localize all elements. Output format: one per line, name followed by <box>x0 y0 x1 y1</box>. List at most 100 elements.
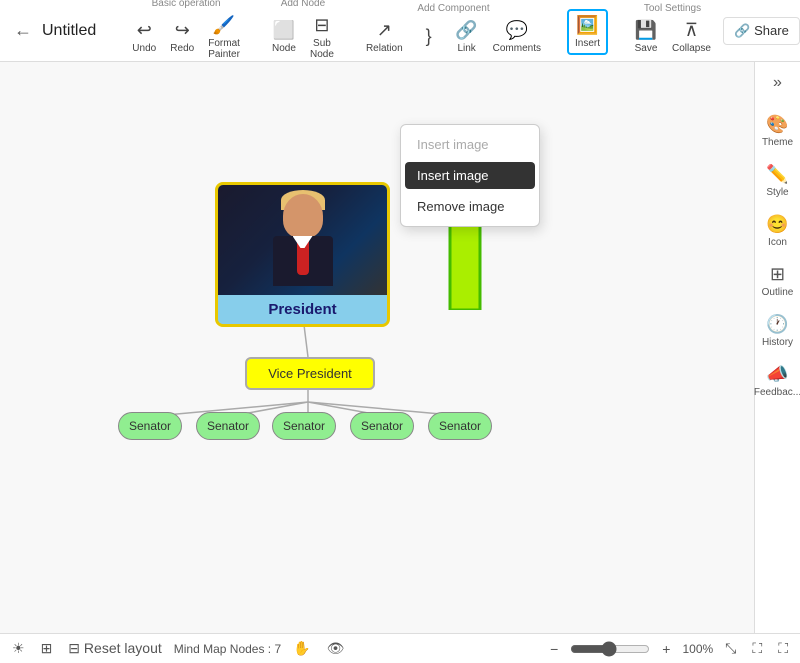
zoom-percent-label: 100% <box>682 642 713 656</box>
tool-settings-group: Tool Settings 💾 Save ⊼ Collapse <box>628 3 717 58</box>
add-component-group: Add Component ↗ Relation } 🔗 Link 💬 Comm… <box>360 3 547 58</box>
icon-icon: 😊 <box>766 214 788 235</box>
feedback-icon: 📣 <box>766 364 788 385</box>
outline-label: Outline <box>762 287 794 298</box>
sub-node-button[interactable]: ⊟ Sub Node <box>304 11 340 64</box>
statusbar-right: − + 100% ⤡ ⛶ ⛶ <box>546 638 792 659</box>
senator-4-label: Senator <box>361 419 403 433</box>
president-node-image <box>218 185 387 295</box>
fit-screen-button[interactable]: ⤡ <box>721 638 740 659</box>
president-node[interactable]: President <box>215 182 390 327</box>
share-label: Share <box>754 23 789 38</box>
tool-settings-items: 💾 Save ⊼ Collapse <box>628 16 717 58</box>
insert-button[interactable]: 🖼️ Insert <box>567 9 608 55</box>
trump-figure <box>258 190 348 290</box>
comments-button[interactable]: 💬 Comments <box>487 16 547 58</box>
insert-icon: 🖼️ <box>576 15 598 36</box>
format-painter-label: Format Painter <box>208 38 240 60</box>
save-icon: 💾 <box>635 20 657 41</box>
sidebar-item-history[interactable]: 🕐 History <box>757 308 799 354</box>
hand-tool-button[interactable]: ✋ <box>289 638 314 659</box>
collapse-button[interactable]: ⊼ Collapse <box>666 16 717 58</box>
sub-node-icon: ⊟ <box>314 15 329 36</box>
redo-label: Redo <box>170 43 194 54</box>
mind-map-nodes-label: Mind Map Nodes : 7 <box>174 642 281 656</box>
senator-1-label: Senator <box>129 419 171 433</box>
summary-button[interactable]: } <box>411 22 447 53</box>
insert-button-label: Insert <box>575 38 600 49</box>
basic-operation-group: Basic operation ↩ Undo ↪ Redo 🖌️ Format … <box>126 0 246 64</box>
tool-settings-label: Tool Settings <box>644 3 701 14</box>
redo-button[interactable]: ↪ Redo <box>164 16 200 58</box>
senator-node-1[interactable]: Senator <box>118 412 182 440</box>
undo-icon: ↩ <box>137 20 152 41</box>
node-label: Node <box>272 43 296 54</box>
remove-image-item[interactable]: Remove image <box>401 191 539 222</box>
style-label: Style <box>766 187 788 198</box>
insert-image-item[interactable]: Insert image <box>401 129 539 160</box>
history-icon: 🕐 <box>766 314 788 335</box>
statusbar: ☀ ⊞ ⊟ Reset layout Mind Map Nodes : 7 ✋ … <box>0 633 800 663</box>
trump-head <box>283 194 323 238</box>
connector-lines <box>0 62 754 633</box>
share-icon: 🔗 <box>734 23 750 39</box>
insert-image-highlighted[interactable]: Insert image <box>405 162 535 189</box>
basic-operation-label: Basic operation <box>152 0 221 9</box>
node-button[interactable]: ⬜ Node <box>266 16 302 58</box>
sidebar-item-outline[interactable]: ⊞ Outline <box>757 258 799 304</box>
right-sidebar: » 🎨 Theme ✏️ Style 😊 Icon ⊞ Outline 🕐 Hi… <box>754 62 800 633</box>
save-button[interactable]: 💾 Save <box>628 16 664 58</box>
format-painter-button[interactable]: 🖌️ Format Painter <box>202 11 246 64</box>
link-icon: 🔗 <box>455 20 477 41</box>
basic-operation-items: ↩ Undo ↪ Redo 🖌️ Format Painter <box>126 11 246 64</box>
comments-label: Comments <box>493 43 541 54</box>
share-button[interactable]: 🔗 Share <box>723 17 800 45</box>
senator-node-2[interactable]: Senator <box>196 412 260 440</box>
link-label: Link <box>457 43 475 54</box>
main-area: President Vice President Senator Senator… <box>0 62 800 633</box>
reset-layout-label: Reset layout <box>84 640 162 656</box>
add-component-label: Add Component <box>417 3 489 14</box>
style-icon: ✏️ <box>766 164 788 185</box>
comments-icon: 💬 <box>506 20 528 41</box>
sidebar-item-theme[interactable]: 🎨 Theme <box>757 108 799 154</box>
senator-2-label: Senator <box>207 419 249 433</box>
history-label: History <box>762 337 793 348</box>
sidebar-item-style[interactable]: ✏️ Style <box>757 158 799 204</box>
fullscreen-button[interactable]: ⛶ <box>748 638 766 659</box>
canvas[interactable]: President Vice President Senator Senator… <box>0 62 754 633</box>
zoom-in-button[interactable]: + <box>658 639 674 659</box>
senator-node-5[interactable]: Senator <box>428 412 492 440</box>
toolbar-right: 🔗 Share 📤 Export <box>723 17 800 45</box>
reset-layout-icon: ⊟ <box>68 640 80 656</box>
relation-icon: ↗ <box>377 20 392 41</box>
undo-button[interactable]: ↩ Undo <box>126 16 162 58</box>
link-button[interactable]: 🔗 Link <box>449 16 485 58</box>
back-button[interactable]: ← <box>8 16 38 45</box>
expand-button[interactable]: ⛶ <box>774 638 792 659</box>
senator-node-4[interactable]: Senator <box>350 412 414 440</box>
vp-node[interactable]: Vice President <box>245 357 375 390</box>
relation-button[interactable]: ↗ Relation <box>360 16 409 58</box>
reset-layout-button[interactable]: ⊟ Reset layout <box>64 638 165 659</box>
collapse-icon: ⊼ <box>685 20 698 41</box>
node-icon: ⬜ <box>273 20 295 41</box>
zoom-slider[interactable] <box>570 641 650 657</box>
insert-group: 🖼️ Insert <box>567 7 608 55</box>
sub-node-label: Sub Node <box>310 38 334 60</box>
sidebar-item-icon[interactable]: 😊 Icon <box>757 208 799 254</box>
grid-button[interactable]: ⊞ <box>37 638 57 659</box>
toolbar: ← Untitled Basic operation ↩ Undo ↪ Redo… <box>0 0 800 62</box>
sidebar-collapse-button[interactable]: » <box>769 70 786 96</box>
brightness-button[interactable]: ☀ <box>8 638 29 659</box>
add-node-group: Add Node ⬜ Node ⊟ Sub Node <box>266 0 340 64</box>
outline-icon: ⊞ <box>770 264 785 285</box>
theme-icon: 🎨 <box>766 114 788 135</box>
senator-node-3[interactable]: Senator <box>272 412 336 440</box>
eye-button[interactable]: 👁 <box>323 638 349 659</box>
senator-5-label: Senator <box>439 419 481 433</box>
zoom-out-button[interactable]: − <box>546 639 562 659</box>
feedback-label: Feedbac... <box>754 387 800 398</box>
sidebar-item-feedback[interactable]: 📣 Feedbac... <box>757 358 799 404</box>
format-painter-icon: 🖌️ <box>213 15 235 36</box>
